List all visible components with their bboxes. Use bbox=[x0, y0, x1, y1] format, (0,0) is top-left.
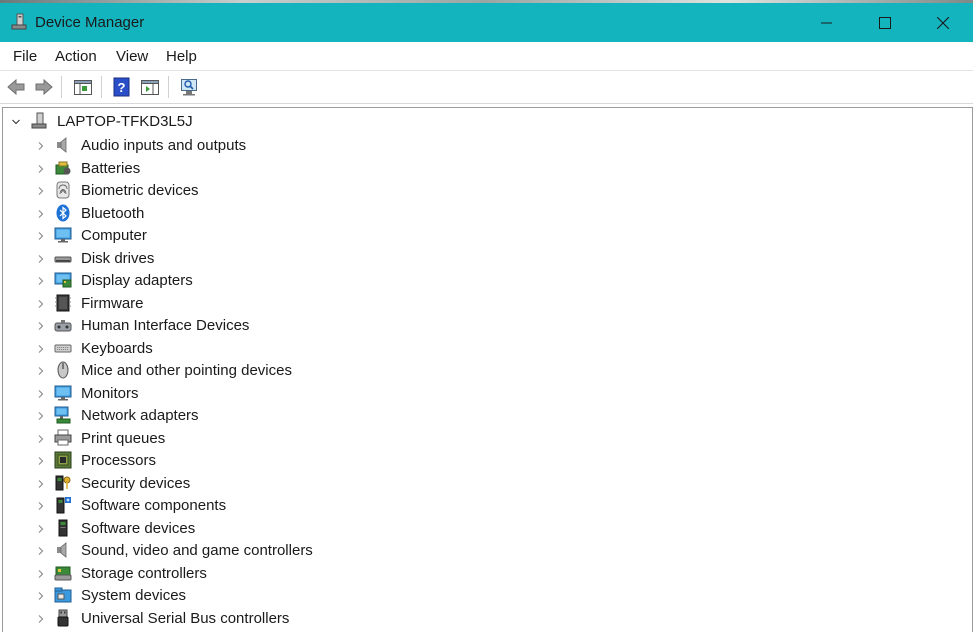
chevron-down-icon[interactable] bbox=[11, 117, 21, 127]
chevron-right-icon[interactable] bbox=[36, 254, 46, 264]
tree-category-label[interactable]: Audio inputs and outputs bbox=[81, 137, 246, 154]
tree-category-label[interactable]: Display adapters bbox=[81, 272, 193, 289]
tree-category-label[interactable]: Software components bbox=[81, 497, 226, 514]
speaker-icon bbox=[57, 137, 67, 153]
tree-category-label[interactable]: Computer bbox=[81, 227, 147, 244]
security-key-icon bbox=[55, 475, 71, 490]
monitor-icon bbox=[54, 227, 72, 243]
tree-category-label[interactable]: Human Interface Devices bbox=[81, 317, 249, 334]
menu-bar: File Action View Help bbox=[0, 42, 973, 71]
tree-root-label[interactable]: LAPTOP-TFKD3L5J bbox=[57, 113, 193, 130]
tree-category-label[interactable]: Software devices bbox=[81, 520, 195, 537]
forward-arrow-icon[interactable] bbox=[34, 77, 54, 97]
tree-category-label[interactable]: Storage controllers bbox=[81, 565, 207, 582]
chevron-right-icon[interactable] bbox=[36, 456, 46, 466]
device-tree[interactable]: LAPTOP-TFKD3L5J Audio inputs and outputs… bbox=[2, 107, 973, 632]
chevron-right-icon[interactable] bbox=[36, 209, 46, 219]
maximize-button[interactable] bbox=[856, 3, 914, 42]
chevron-right-icon[interactable] bbox=[36, 321, 46, 331]
tree-category-label[interactable]: Disk drives bbox=[81, 250, 154, 267]
tree-category-label[interactable]: Firmware bbox=[81, 295, 144, 312]
bluetooth-icon bbox=[56, 204, 70, 221]
maximize-icon bbox=[879, 16, 891, 29]
chevron-right-icon[interactable] bbox=[36, 231, 46, 241]
speaker-icon bbox=[57, 542, 67, 558]
chevron-right-icon[interactable] bbox=[36, 299, 46, 309]
chevron-right-icon[interactable] bbox=[36, 186, 46, 196]
tree-category-label[interactable]: Sound, video and game controllers bbox=[81, 542, 313, 559]
help-icon[interactable]: ? bbox=[112, 77, 132, 97]
network-icon bbox=[54, 406, 71, 424]
tree-category-label[interactable]: Batteries bbox=[81, 160, 140, 177]
firmware-chip-icon bbox=[55, 294, 71, 311]
chevron-right-icon[interactable] bbox=[36, 501, 46, 511]
menu-view[interactable]: View bbox=[116, 48, 148, 65]
tree-category-label[interactable]: Mice and other pointing devices bbox=[81, 362, 292, 379]
tree-category-label[interactable]: Monitors bbox=[81, 385, 139, 402]
printer-icon bbox=[54, 429, 72, 445]
software-component-icon bbox=[56, 497, 71, 514]
hid-icon bbox=[54, 320, 72, 332]
battery-icon bbox=[55, 161, 71, 174]
chevron-right-icon[interactable] bbox=[36, 569, 46, 579]
chevron-right-icon[interactable] bbox=[36, 164, 46, 174]
mouse-icon bbox=[57, 361, 69, 379]
menu-help[interactable]: Help bbox=[166, 48, 197, 65]
action-pane-icon[interactable] bbox=[140, 77, 160, 97]
chevron-right-icon[interactable] bbox=[36, 141, 46, 151]
show-hide-console-tree-icon[interactable] bbox=[73, 77, 93, 97]
system-folder-icon bbox=[54, 587, 72, 603]
toolbar-separator bbox=[61, 76, 62, 98]
chevron-right-icon[interactable] bbox=[36, 276, 46, 286]
monitor-icon bbox=[54, 385, 72, 400]
chevron-right-icon[interactable] bbox=[36, 411, 46, 421]
chevron-right-icon[interactable] bbox=[36, 614, 46, 624]
menu-file[interactable]: File bbox=[13, 48, 37, 65]
device-manager-app-icon bbox=[11, 13, 27, 30]
display-adapter-icon bbox=[54, 272, 72, 288]
tree-category-label[interactable]: Universal Serial Bus controllers bbox=[81, 610, 289, 627]
chevron-right-icon[interactable] bbox=[36, 389, 46, 399]
keyboard-icon bbox=[54, 344, 72, 352]
minimize-button[interactable] bbox=[798, 3, 856, 42]
toolbar-separator bbox=[168, 76, 169, 98]
chevron-right-icon[interactable] bbox=[36, 434, 46, 444]
chevron-right-icon[interactable] bbox=[36, 479, 46, 489]
chevron-right-icon[interactable] bbox=[36, 524, 46, 534]
tree-category-label[interactable]: Processors bbox=[81, 452, 156, 469]
close-icon bbox=[937, 16, 949, 29]
window-title: Device Manager bbox=[35, 14, 145, 31]
close-button[interactable] bbox=[914, 3, 972, 42]
disk-drive-icon bbox=[54, 256, 72, 262]
tree-category-label[interactable]: System devices bbox=[81, 587, 186, 604]
svg-text:?: ? bbox=[118, 80, 126, 95]
computer-tower-icon bbox=[31, 112, 47, 129]
software-device-icon bbox=[58, 519, 68, 536]
tree-category-label[interactable]: Bluetooth bbox=[81, 205, 144, 222]
menu-action[interactable]: Action bbox=[55, 48, 97, 65]
processor-icon bbox=[54, 451, 72, 469]
title-bar[interactable]: Device Manager bbox=[0, 3, 973, 42]
usb-icon bbox=[57, 609, 69, 626]
tree-category-label[interactable]: Print queues bbox=[81, 430, 165, 447]
chevron-right-icon[interactable] bbox=[36, 546, 46, 556]
toolbar: ? bbox=[0, 71, 973, 104]
fingerprint-icon bbox=[56, 181, 70, 199]
tree-category-label[interactable]: Keyboards bbox=[81, 340, 153, 357]
chevron-right-icon[interactable] bbox=[36, 366, 46, 376]
back-arrow-icon[interactable] bbox=[6, 77, 26, 97]
tree-category-label[interactable]: Security devices bbox=[81, 475, 190, 492]
chevron-right-icon[interactable] bbox=[36, 344, 46, 354]
scan-hardware-changes-icon[interactable] bbox=[179, 77, 199, 97]
storage-controller-icon bbox=[54, 566, 72, 580]
tree-category-label[interactable]: Network adapters bbox=[81, 407, 199, 424]
tree-category-label[interactable]: Biometric devices bbox=[81, 182, 199, 199]
chevron-right-icon[interactable] bbox=[36, 591, 46, 601]
toolbar-separator bbox=[101, 76, 102, 98]
minimize-icon bbox=[821, 22, 832, 23]
